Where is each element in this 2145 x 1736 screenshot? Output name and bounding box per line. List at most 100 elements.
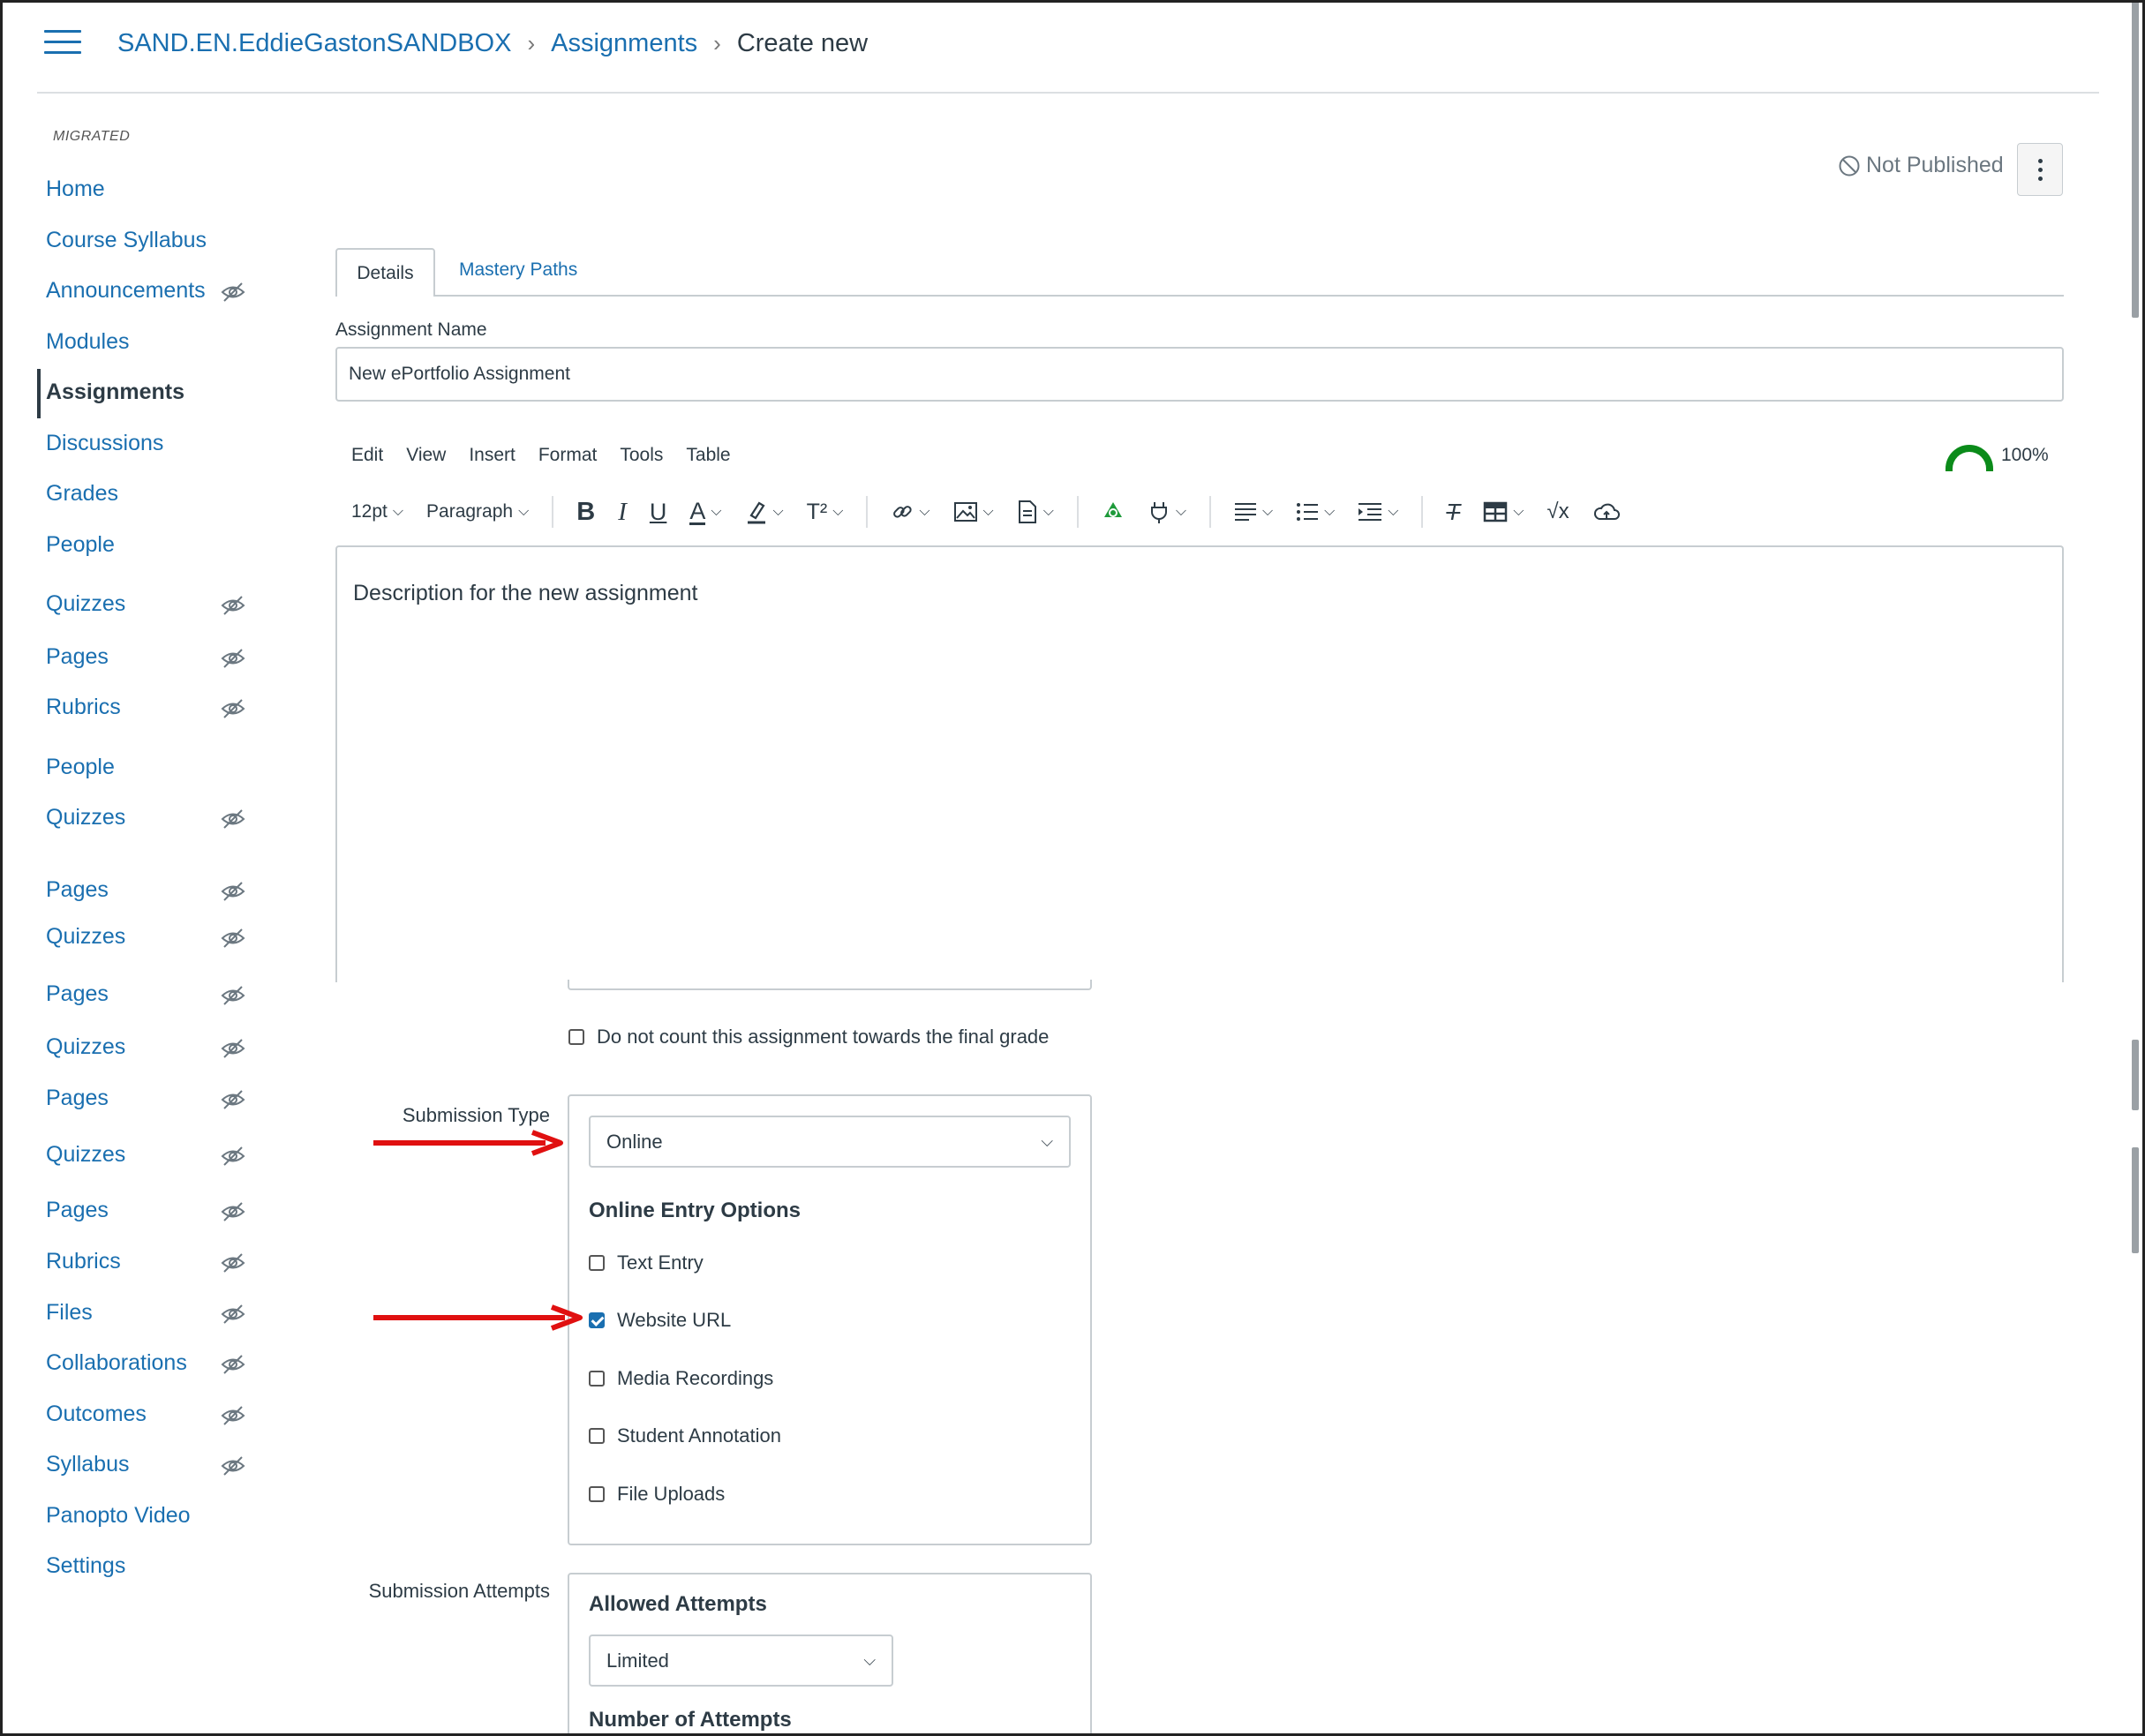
sidebar-item-announcements[interactable]: Announcements [46, 278, 206, 304]
sidebar-item-settings[interactable]: Settings [46, 1553, 125, 1579]
menu-format[interactable]: Format [538, 445, 598, 466]
allowed-attempts-select[interactable]: Limited ⌵ [589, 1635, 893, 1687]
block-format-select[interactable]: Paragraph ⌵ [426, 501, 529, 522]
hidden-eye-icon [221, 928, 245, 948]
sidebar-item-people[interactable]: People [46, 755, 115, 780]
underline-icon: U [649, 498, 667, 525]
sidebar-item-pages[interactable]: Pages [46, 877, 109, 903]
breadcrumb-course-link[interactable]: SAND.EN.EddieGastonSANDBOX [117, 29, 511, 58]
list-button[interactable]: ⌵ [1296, 502, 1335, 522]
exclude-from-grade-checkbox[interactable] [568, 1029, 584, 1045]
hidden-eye-icon [221, 1039, 245, 1058]
option-file-uploads[interactable]: File Uploads [589, 1483, 725, 1506]
red-arrow-annotation-icon [373, 1130, 563, 1156]
clear-formatting-button[interactable]: T [1446, 499, 1460, 526]
accessibility-checker-icon[interactable] [1946, 445, 1993, 471]
apps-plugin-button[interactable]: ⌵ [1148, 500, 1186, 524]
chevron-right-icon: › [713, 29, 721, 56]
sidebar-item-quizzes[interactable]: Quizzes [46, 1034, 125, 1060]
tab-mastery-paths[interactable]: Mastery Paths [459, 259, 577, 281]
sidebar-item-syllabus[interactable]: Syllabus [46, 1452, 130, 1477]
scrollbar-thumb[interactable] [2132, 0, 2139, 318]
menu-insert[interactable]: Insert [469, 445, 516, 466]
image-icon [953, 502, 977, 522]
menu-edit[interactable]: Edit [351, 445, 383, 466]
link-button[interactable]: ⌵ [891, 500, 930, 523]
underline-button[interactable]: U [650, 499, 667, 526]
document-button[interactable]: ⌵ [1017, 500, 1054, 524]
breadcrumb-assignments-link[interactable]: Assignments [551, 29, 697, 58]
red-arrow-annotation-icon [373, 1304, 583, 1331]
clear-formatting-icon: T [1446, 498, 1461, 525]
chevron-down-icon: ⌵ [919, 504, 930, 519]
chevron-down-icon: ⌵ [832, 504, 844, 519]
sidebar-item-people[interactable]: People [46, 532, 115, 558]
assignment-name-input[interactable]: New ePortfolio Assignment [335, 347, 2064, 402]
sidebar-item-quizzes[interactable]: Quizzes [46, 805, 125, 830]
superscript-button[interactable]: T² ⌵ [807, 500, 844, 525]
file-uploads-checkbox[interactable] [589, 1486, 605, 1502]
rich-content-editor[interactable]: Description for the new assignment [335, 545, 2064, 982]
scrollbar-thumb[interactable] [2132, 1040, 2139, 1110]
text-entry-checkbox[interactable] [589, 1255, 605, 1271]
more-options-button[interactable] [2017, 143, 2063, 196]
highlight-color-button[interactable]: ⌵ [745, 500, 784, 524]
google-drive-icon [1103, 502, 1122, 517]
hamburger-menu-icon[interactable] [44, 30, 81, 56]
sidebar-item-modules[interactable]: Modules [46, 329, 130, 355]
hidden-eye-icon [221, 1406, 245, 1425]
option-text-entry[interactable]: Text Entry [589, 1251, 704, 1274]
sidebar-item-pages[interactable]: Pages [46, 644, 109, 670]
sidebar-item-outcomes[interactable]: Outcomes [46, 1402, 147, 1427]
media-recordings-checkbox[interactable] [589, 1371, 605, 1387]
menu-view[interactable]: View [406, 445, 446, 466]
sidebar-item-quizzes[interactable]: Quizzes [46, 1142, 125, 1168]
menu-table[interactable]: Table [686, 445, 730, 466]
sidebar-item-pages[interactable]: Pages [46, 1198, 109, 1223]
active-nav-indicator [37, 369, 41, 418]
option-media-recordings[interactable]: Media Recordings [589, 1367, 773, 1390]
sidebar-item-pages[interactable]: Pages [46, 1086, 109, 1111]
publish-status[interactable]: Not Published [1838, 153, 2004, 178]
sidebar-item-files[interactable]: Files [46, 1300, 93, 1326]
indent-button[interactable]: ⌵ [1358, 502, 1398, 522]
submission-type-select[interactable]: Online ⌵ [589, 1116, 1071, 1168]
sidebar-item-assignments[interactable]: Assignments [46, 380, 184, 405]
sidebar-item-course-syllabus[interactable]: Course Syllabus [46, 228, 207, 253]
tab-details[interactable]: Details [335, 248, 435, 297]
website-url-checkbox[interactable] [589, 1312, 605, 1328]
sidebar-item-quizzes[interactable]: Quizzes [46, 924, 125, 950]
sidebar-item-rubrics[interactable]: Rubrics [46, 695, 121, 720]
option-website-url[interactable]: Website URL [589, 1309, 731, 1332]
cloud-upload-button[interactable] [1592, 501, 1621, 522]
sidebar-item-grades[interactable]: Grades [46, 481, 118, 507]
align-button[interactable]: ⌵ [1234, 502, 1273, 522]
sidebar-item-panopto-video[interactable]: Panopto Video [46, 1503, 191, 1529]
font-size-select[interactable]: 12pt ⌵ [351, 501, 403, 522]
sidebar-item-quizzes[interactable]: Quizzes [46, 591, 125, 617]
menu-tools[interactable]: Tools [620, 445, 663, 466]
student-annotation-checkbox[interactable] [589, 1428, 605, 1444]
chevron-down-icon: ⌵ [1388, 504, 1399, 519]
table-button[interactable]: ⌵ [1483, 501, 1524, 522]
italic-button[interactable]: I [618, 498, 627, 527]
editor-menubar: Edit View Insert Format Tools Table [351, 445, 731, 466]
sidebar-item-home[interactable]: Home [46, 177, 105, 202]
bold-button[interactable]: B [576, 498, 595, 527]
sidebar-item-rubrics[interactable]: Rubrics [46, 1249, 121, 1274]
accessibility-score: 100% [2001, 445, 2049, 465]
external-tool-button[interactable] [1102, 500, 1125, 523]
sidebar-item-discussions[interactable]: Discussions [46, 431, 163, 456]
option-student-annotation[interactable]: Student Annotation [589, 1424, 781, 1447]
student-annotation-label: Student Annotation [617, 1424, 781, 1447]
chevron-down-icon: ⌵ [711, 504, 722, 519]
sidebar-item-collaborations[interactable]: Collaborations [46, 1350, 187, 1376]
image-button[interactable]: ⌵ [953, 501, 994, 522]
text-color-button[interactable]: A ⌵ [689, 499, 722, 525]
equation-button[interactable]: √x [1547, 500, 1569, 524]
assignment-name-label: Assignment Name [335, 319, 487, 340]
scrollbar-thumb[interactable] [2132, 1147, 2139, 1253]
exclude-from-grade-row[interactable]: Do not count this assignment towards the… [568, 1026, 1049, 1048]
sidebar-item-pages[interactable]: Pages [46, 981, 109, 1007]
highlighter-icon [747, 501, 765, 524]
